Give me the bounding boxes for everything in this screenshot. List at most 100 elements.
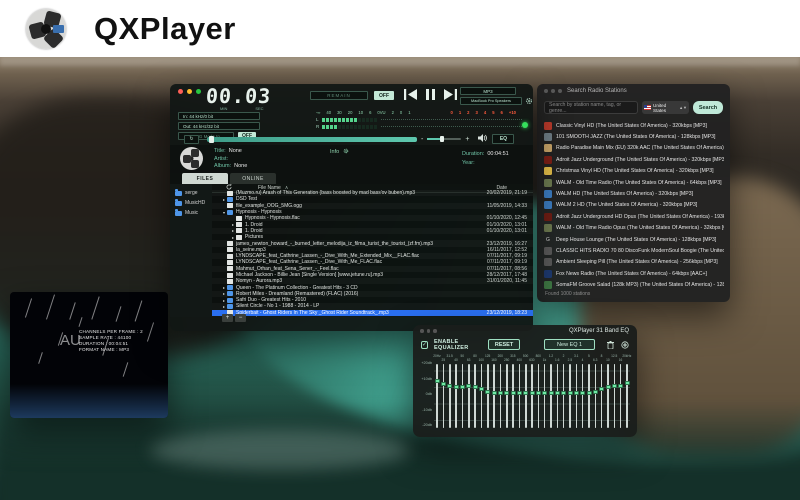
slider-knob[interactable] (592, 389, 598, 394)
station-row[interactable]: SomaFM Groove Salad (128k MP3) (The Unit… (544, 279, 724, 290)
slider-knob[interactable] (535, 391, 541, 395)
preset-select[interactable]: New EQ 1 (544, 339, 595, 350)
slider-knob[interactable] (453, 385, 459, 389)
station-label: WALM 2 HD (The United States Of America)… (556, 202, 698, 209)
station-row[interactable]: Radio Paradise Main Mix (EU) 320k AAC (T… (544, 143, 724, 154)
station-row[interactable]: G Deep House Lounge (The United States Of… (544, 234, 724, 245)
slider-knob[interactable] (573, 391, 579, 395)
slider-track (619, 364, 622, 428)
previous-button[interactable] (404, 89, 417, 100)
next-button[interactable] (444, 89, 457, 100)
delete-preset-icon[interactable] (607, 336, 614, 354)
loop-button[interactable]: ↻ (184, 134, 199, 144)
slider-knob[interactable] (548, 391, 554, 395)
slider-knob[interactable] (472, 385, 478, 389)
seek-slider[interactable] (207, 135, 417, 143)
seek-knob[interactable] (209, 135, 214, 143)
slider-knob[interactable] (516, 391, 522, 395)
station-row[interactable]: Ambient Sleeping Pill (The United States… (544, 257, 724, 268)
minimize-button[interactable] (551, 89, 555, 93)
remain-display[interactable]: REMAIN (310, 91, 368, 100)
pause-button[interactable] (426, 89, 435, 100)
slider-knob[interactable] (510, 391, 516, 395)
window-controls[interactable] (544, 89, 562, 93)
eq-band-slider[interactable]: 20kHz (622, 354, 631, 431)
sidebar-item[interactable]: MusicHD (170, 198, 212, 208)
station-row[interactable]: CLASSIC HITS RADIO 70 80 DiscoFunk Moder… (544, 245, 724, 256)
file-icon (227, 278, 233, 284)
media-info-line: FORMAT NAME : MP3 (79, 347, 130, 352)
transport-controls (404, 89, 457, 100)
volume-knob[interactable] (440, 136, 445, 142)
sidebar-item[interactable]: Music (170, 208, 212, 218)
slider-knob[interactable] (554, 391, 560, 395)
slider-knob[interactable] (561, 391, 567, 395)
station-row[interactable]: WALM 2 HD (The United States Of America)… (544, 200, 724, 211)
station-row[interactable]: Adroit Jazz Underground (The United Stat… (544, 154, 724, 165)
remain-off-button[interactable]: OFF (374, 91, 394, 100)
info-gear-icon[interactable] (343, 148, 349, 156)
slider-knob[interactable] (618, 383, 624, 388)
slider-knob[interactable] (586, 391, 592, 395)
tab-online[interactable]: ONLINE (230, 173, 276, 184)
minimize-button[interactable] (426, 329, 430, 333)
slider-knob[interactable] (434, 379, 440, 383)
slider-knob[interactable] (504, 391, 510, 395)
close-button[interactable] (420, 329, 424, 333)
station-row[interactable]: Classic Vinyl HD (The United States Of A… (544, 120, 724, 131)
slider-knob[interactable] (542, 391, 548, 395)
output-device-select[interactable]: MacBook Pro Speakers (460, 97, 522, 105)
station-row[interactable]: WALM - Old Time Radio Opus (The United S… (544, 223, 724, 234)
station-row[interactable]: Christmas Vinyl HD (The United States Of… (544, 166, 724, 177)
window-controls[interactable] (420, 329, 437, 333)
file-date: 07/11/2017, 09:19 (487, 259, 527, 266)
file-date: 01/10/2020, 12:45 (486, 215, 527, 222)
slider-knob[interactable] (580, 391, 586, 395)
slider-knob[interactable] (485, 389, 491, 394)
file-row[interactable]: ▸Taxi_next (212, 316, 533, 317)
slider-knob[interactable] (529, 391, 535, 395)
wallpaper-foam (150, 430, 410, 470)
slider-knob[interactable] (611, 383, 617, 388)
slider-knob[interactable] (599, 386, 605, 391)
search-button[interactable]: Search (693, 101, 723, 114)
station-row[interactable]: Fox News Radio (The United States Of Ame… (544, 268, 724, 279)
volume-slider[interactable] (427, 136, 462, 142)
folder-icon (227, 196, 233, 202)
station-row[interactable]: WALM HD (The United States Of America) -… (544, 188, 724, 199)
slider-knob[interactable] (447, 383, 453, 388)
station-search-input[interactable]: Search by station name, tag, or genre... (544, 101, 638, 114)
slider-knob[interactable] (466, 383, 472, 388)
zoom-button[interactable] (433, 329, 437, 333)
station-row[interactable]: WALM - Old Time Radio (The United States… (544, 177, 724, 188)
country-select[interactable]: United States ▲▼ (642, 101, 689, 114)
enable-equalizer-checkbox[interactable]: ✓ (421, 340, 429, 349)
slider-knob[interactable] (605, 385, 611, 389)
station-row[interactable]: Adroit Jazz Underground HD Opus (The Uni… (544, 211, 724, 222)
volume-up-label[interactable]: + (465, 136, 469, 143)
sidebar-item[interactable]: serge (170, 188, 212, 198)
speaker-icon[interactable] (478, 134, 488, 144)
save-preset-icon[interactable] (621, 336, 629, 354)
us-flag-icon (644, 105, 651, 110)
remove-file-button[interactable]: − (235, 314, 246, 322)
station-row[interactable]: 101 SMOOTH JAZZ (The United States Of Am… (544, 131, 724, 142)
slider-knob[interactable] (624, 380, 630, 385)
slider-knob[interactable] (491, 391, 497, 395)
app-title: QXPlayer (94, 10, 236, 46)
slider-knob[interactable] (440, 382, 446, 386)
slider-knob[interactable] (459, 385, 465, 389)
lcd-time: 00.03 (205, 84, 273, 108)
tab-files[interactable]: FILES (182, 173, 228, 184)
gear-icon[interactable] (525, 97, 533, 107)
slider-knob[interactable] (567, 391, 573, 395)
add-file-button[interactable]: + (222, 314, 233, 322)
zoom-button[interactable] (558, 89, 562, 93)
eq-toggle-button[interactable]: EQ (492, 134, 515, 144)
slider-knob[interactable] (523, 391, 529, 395)
reset-button[interactable]: RESET (487, 339, 521, 350)
slider-knob[interactable] (497, 391, 503, 395)
volume-down-label[interactable]: - (421, 136, 423, 143)
slider-knob[interactable] (478, 386, 484, 391)
close-button[interactable] (544, 89, 548, 93)
